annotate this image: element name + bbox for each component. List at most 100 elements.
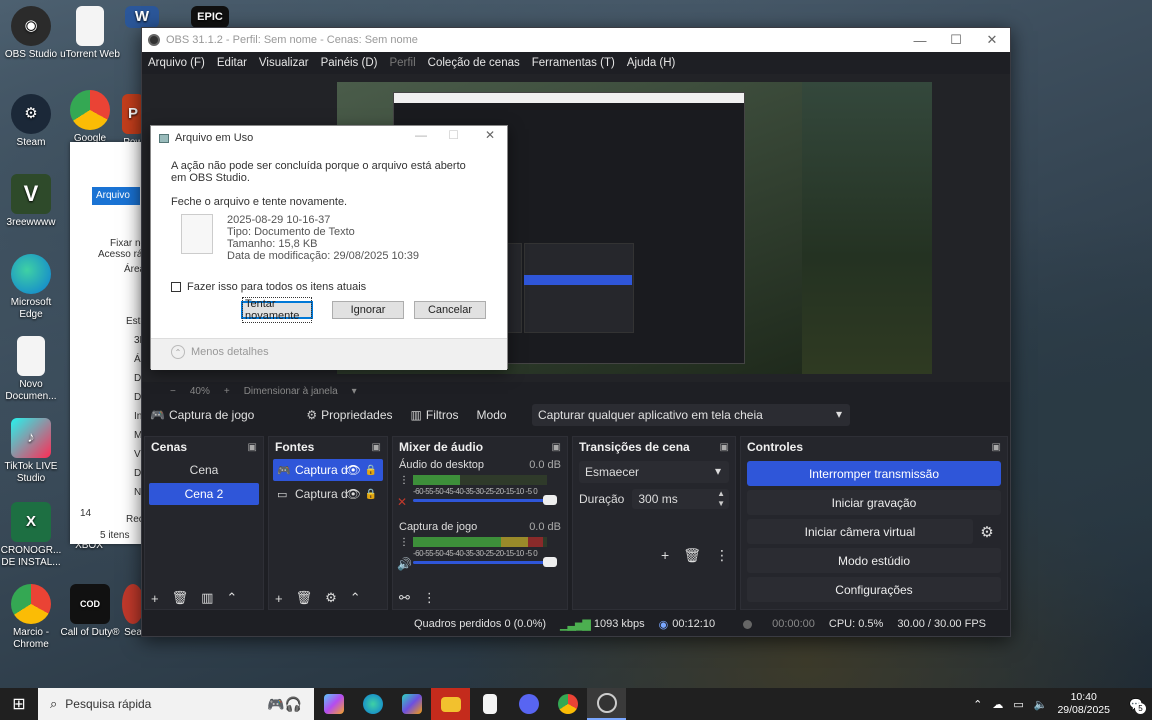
gear-icon[interactable]: ⚙ (973, 523, 1001, 541)
duration-input[interactable]: 300 ms ▲ ▼ (632, 489, 729, 509)
kebab-icon[interactable]: ⋮ (399, 475, 409, 487)
menu-arquivo[interactable]: Arquivo (F) (148, 57, 205, 69)
apply-to-all-checkbox[interactable]: Fazer isso para todos os itens atuais (171, 281, 366, 293)
chevron-down-icon[interactable]: ▾ (352, 386, 357, 397)
taskbar-copilot[interactable] (314, 688, 353, 720)
checkbox[interactable] (171, 282, 181, 292)
maximize-icon[interactable]: ☐ (938, 28, 974, 52)
menu-editar[interactable]: Editar (217, 57, 247, 69)
volume-slider[interactable] (413, 557, 557, 567)
gear-icon[interactable]: ⚙ (325, 590, 337, 606)
menu-ajuda[interactable]: Ajuda (H) (627, 57, 676, 69)
zoom-in-button[interactable]: + (224, 386, 230, 397)
eye-icon[interactable]: 👁 (346, 463, 361, 477)
minimize-icon[interactable]: — (415, 128, 427, 142)
undock-icon[interactable]: ▣ (372, 442, 381, 453)
scene-item[interactable]: Cena 2 (149, 483, 259, 505)
undock-icon[interactable]: ▣ (552, 442, 561, 453)
cloud-icon[interactable]: ☁ (992, 698, 1003, 711)
transition-select[interactable]: Esmaecer ▾ (579, 461, 729, 483)
kebab-icon[interactable]: ⋮ (423, 590, 436, 606)
settings-button[interactable]: Configurações (747, 577, 1001, 602)
kebab-icon[interactable]: ⋮ (399, 537, 409, 549)
start-recording-button[interactable]: Iniciar gravação (747, 490, 1001, 515)
trash-icon[interactable]: 🗑 (296, 590, 313, 606)
add-icon[interactable]: + (661, 547, 669, 564)
zoom-out-button[interactable]: − (170, 386, 176, 397)
taskbar-file-explorer[interactable] (431, 688, 470, 720)
studio-mode-button[interactable]: Modo estúdio (747, 548, 1001, 573)
cancel-button[interactable]: Cancelar (414, 301, 486, 319)
minimize-icon[interactable]: — (902, 28, 938, 52)
taskbar-copilot-m365[interactable] (392, 688, 431, 720)
filter-icon[interactable]: ▥ (201, 590, 213, 606)
network-icon[interactable]: ▭ (1013, 698, 1023, 711)
speaker-icon[interactable]: 🔊 (397, 557, 412, 571)
desktop-icon-obs[interactable]: ◉ OBS Studio (0, 6, 62, 61)
explorer-file-tab[interactable]: Arquivo (92, 187, 140, 205)
taskbar-discord[interactable] (509, 688, 548, 720)
chevron-up-icon[interactable]: ⌃ (226, 590, 237, 606)
less-details-toggle[interactable]: ⌃ Menos detalhes (171, 345, 269, 359)
scene-item[interactable]: Cena (149, 459, 259, 481)
trash-icon[interactable]: 🗑 (683, 547, 701, 564)
desktop-icon-marcio-chrome[interactable]: Marcio - Chrome (0, 584, 62, 651)
maximize-icon[interactable]: ☐ (448, 128, 459, 142)
add-icon[interactable]: + (275, 591, 283, 606)
taskbar-chrome[interactable] (548, 688, 587, 720)
desktop-icon-novo-documento[interactable]: Novo Documen... (0, 336, 62, 403)
start-virtual-camera-button[interactable]: Iniciar câmera virtual (747, 519, 973, 544)
menu-perfil[interactable]: Perfil (389, 57, 415, 69)
properties-button[interactable]: ⚙ Propriedades (306, 408, 392, 422)
desktop-icon-call-of-duty[interactable]: COD Call of Duty® (59, 584, 121, 639)
notifications-icon[interactable]: 💬 5 (1120, 688, 1152, 720)
desktop-icon-steam[interactable]: ⚙ Steam (0, 94, 62, 149)
fit-window-label[interactable]: Dimensionar à janela (244, 386, 338, 397)
link-icon[interactable]: ⚯ (399, 590, 410, 606)
desktop-icon-tiktok[interactable]: ♪ TikTok LIVE Studio (0, 418, 62, 485)
lock-icon[interactable]: 🔒 (365, 489, 377, 500)
source-item[interactable]: ▭ Captura d 👁 🔒 (273, 483, 383, 505)
menu-ferramentas[interactable]: Ferramentas (T) (532, 57, 615, 69)
chevron-up-icon[interactable]: ⌃ (350, 590, 361, 606)
undock-icon[interactable]: ▣ (248, 442, 257, 453)
desktop-icon-cronograma[interactable]: X CRONOGR... DE INSTAL... (0, 502, 62, 569)
source-item[interactable]: 🎮 Captura d 👁 🔒 (273, 459, 383, 481)
windows-start-icon[interactable]: ⊞ (0, 688, 38, 720)
kebab-icon[interactable]: ⋮ (715, 547, 729, 564)
taskbar-obs[interactable] (587, 688, 626, 720)
clock[interactable]: 10:40 29/08/2025 (1057, 691, 1110, 717)
menu-visualizar[interactable]: Visualizar (259, 57, 309, 69)
desktop-icon-edge[interactable]: Microsoft Edge (0, 254, 62, 321)
capture-mode-select[interactable]: Capturar qualquer aplicativo em tela che… (532, 404, 850, 426)
desktop-icon-gta[interactable]: V 3reewwww (0, 174, 62, 229)
close-icon[interactable]: ✕ (974, 28, 1010, 52)
ignore-button[interactable]: Ignorar (332, 301, 404, 319)
volume-slider[interactable] (413, 495, 557, 505)
slider-knob[interactable] (543, 557, 557, 567)
menu-colecao-cenas[interactable]: Coleção de cenas (428, 57, 520, 69)
explorer-nav-item[interactable]: Á (134, 354, 141, 365)
trash-icon[interactable]: 🗑 (172, 590, 189, 606)
taskbar-edge[interactable] (353, 688, 392, 720)
spinner-icon[interactable]: ▲ ▼ (717, 489, 725, 509)
add-icon[interactable]: + (151, 591, 159, 606)
menu-paineis[interactable]: Painéis (D) (321, 57, 378, 69)
eye-icon[interactable]: 👁 (346, 487, 361, 501)
close-icon[interactable]: ✕ (485, 128, 495, 142)
retry-button[interactable]: Tentar novamente (241, 297, 313, 323)
chevron-up-icon[interactable]: ⌃ (973, 698, 982, 711)
undock-icon[interactable]: ▣ (992, 442, 1001, 453)
lock-icon[interactable]: 🔒 (365, 465, 377, 476)
desktop-icon-utorrent[interactable]: uTorrent Web (59, 6, 121, 61)
taskbar-search[interactable]: ⌕ Pesquisa rápida 🎮🎧 (38, 688, 314, 720)
stop-streaming-button[interactable]: Interromper transmissão (747, 461, 1001, 486)
filters-button[interactable]: ▥ Filtros (411, 408, 459, 422)
obs-titlebar[interactable]: OBS 31.1.2 - Perfil: Sem nome - Cenas: S… (142, 28, 1010, 52)
slider-knob[interactable] (543, 495, 557, 505)
undock-icon[interactable]: ▣ (720, 442, 729, 453)
desktop-icon-google[interactable]: Google (59, 90, 121, 145)
muted-speaker-icon[interactable]: ✕ (397, 495, 407, 509)
file-explorer-window[interactable]: Arquivo Fixar no Acesso ráp Área Este 3D… (70, 142, 150, 544)
speaker-icon[interactable]: 🔈 (1034, 698, 1048, 711)
